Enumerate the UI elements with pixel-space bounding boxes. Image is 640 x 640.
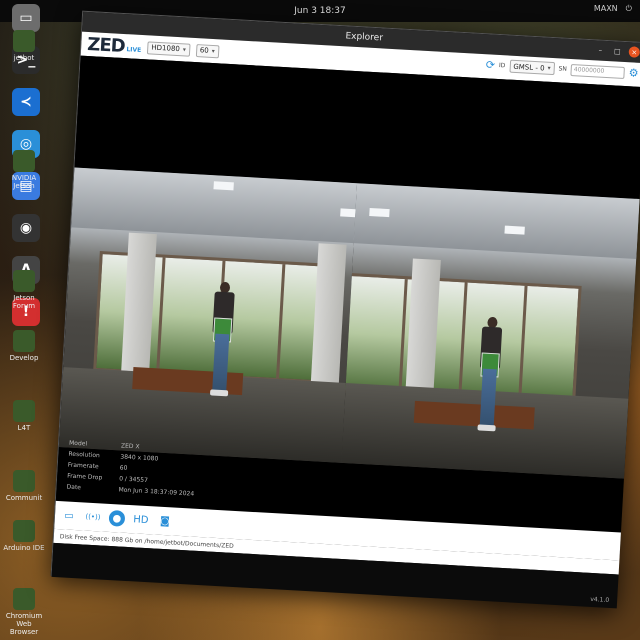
- chevron-down-icon: ▾: [547, 64, 551, 72]
- desktop-icon-label: Develop: [9, 354, 39, 362]
- desktop-icon[interactable]: Chromium Web Browser: [2, 588, 46, 636]
- fps-value: 60: [199, 46, 209, 55]
- info-key: Date: [66, 483, 82, 492]
- chevron-down-icon: ▾: [211, 47, 215, 55]
- desktop-tile-icon: [13, 588, 35, 610]
- window-mullion: [276, 264, 286, 379]
- camera-select[interactable]: GMSL - 0 ▾: [509, 59, 555, 76]
- desktop-tile-icon: [13, 470, 35, 492]
- ceiling-light: [504, 225, 525, 235]
- minimize-button[interactable]: –: [595, 44, 607, 56]
- right-camera-view: [341, 183, 640, 479]
- camera-icon[interactable]: ◙: [156, 513, 173, 530]
- shoe: [209, 389, 229, 397]
- zed-logo-sub: LIVE: [126, 45, 142, 54]
- desktop-icon[interactable]: Communit: [2, 470, 46, 502]
- close-button[interactable]: ×: [628, 46, 640, 58]
- desktop-tile-icon: [13, 150, 35, 172]
- desktop-icon[interactable]: Arduino IDE: [2, 520, 46, 552]
- desktop-icon[interactable]: Develop: [2, 330, 46, 362]
- desktop-icon-label: jetbot: [13, 54, 35, 62]
- power-icon[interactable]: ⏻: [626, 4, 632, 14]
- camera-info-overlay: Model ZED X Resolution 3840 x 1080 Framerate…: [66, 438, 197, 500]
- window-mullion: [518, 285, 528, 400]
- dock-vscode-icon[interactable]: ≺: [12, 88, 40, 116]
- desktop-icon-label: Jetson Forum: [12, 294, 36, 310]
- hd-icon[interactable]: HD: [132, 511, 149, 528]
- desktop-icon-label: Arduino IDE: [3, 544, 45, 552]
- power-mode[interactable]: MAXN: [594, 4, 618, 14]
- desktop-tile-icon: [13, 520, 35, 542]
- desktop-icon-label: L4T: [17, 424, 31, 432]
- record-icon[interactable]: ●: [108, 509, 126, 527]
- id-label: ID: [498, 61, 506, 70]
- desktop-icon[interactable]: jetbot: [2, 30, 46, 62]
- camera-value: GMSL - 0: [513, 62, 545, 73]
- desktop-icon[interactable]: L4T: [2, 400, 46, 432]
- info-value: 60: [119, 464, 128, 472]
- desktop-icon[interactable]: NVIDIA Jetson: [2, 150, 46, 190]
- chevron-down-icon: ▾: [182, 45, 187, 53]
- settings-gear-icon[interactable]: ⚙: [628, 66, 639, 80]
- ceiling-light: [369, 207, 390, 218]
- dock-files-icon[interactable]: ▭: [12, 4, 40, 32]
- desktop-tile-icon: [13, 30, 35, 52]
- resolution-select[interactable]: HD1080 ▾: [147, 40, 191, 57]
- folder-icon[interactable]: ▭: [61, 507, 78, 524]
- desktop-tile-icon: [13, 330, 35, 352]
- wireless-icon[interactable]: ((•)): [85, 509, 102, 526]
- desktop-icon[interactable]: Jetson Forum: [2, 270, 46, 310]
- shoe: [477, 424, 496, 432]
- serial-placeholder: 40000000: [573, 66, 605, 75]
- window-mullion: [458, 282, 468, 397]
- fps-select[interactable]: 60 ▾: [195, 43, 220, 58]
- version-label: v4.1.0: [590, 595, 610, 604]
- legs: [212, 333, 230, 393]
- dock-obs-icon[interactable]: ◉: [12, 214, 40, 242]
- zed-logo: ZED: [86, 33, 126, 57]
- ceiling-light: [213, 181, 234, 191]
- desktop-icon-label: NVIDIA Jetson: [11, 174, 37, 190]
- sn-label: SN: [558, 65, 568, 73]
- left-camera-view: [58, 167, 358, 463]
- zed-explorer-window: Explorer – □ × ZED LIVE HD1080 ▾ 60 ▾ ⟳ …: [50, 10, 640, 609]
- desktop-tile-icon: [13, 400, 35, 422]
- maximize-button[interactable]: □: [612, 45, 624, 57]
- serial-number-field[interactable]: 40000000: [570, 63, 626, 79]
- window-title: Explorer: [345, 31, 384, 44]
- resolution-value: HD1080: [151, 43, 181, 54]
- ceiling: [71, 167, 358, 244]
- stereo-image: [58, 167, 640, 479]
- ceiling: [353, 183, 640, 259]
- window-mullion: [156, 257, 166, 372]
- desktop-tile-icon: [13, 270, 35, 292]
- clock[interactable]: Jun 3 18:37: [294, 6, 345, 16]
- desktop-icon-label: Chromium Web Browser: [5, 612, 43, 636]
- desktop-icon-label: Communit: [5, 494, 43, 502]
- refresh-icon[interactable]: ⟳: [485, 58, 495, 71]
- legs: [479, 368, 497, 428]
